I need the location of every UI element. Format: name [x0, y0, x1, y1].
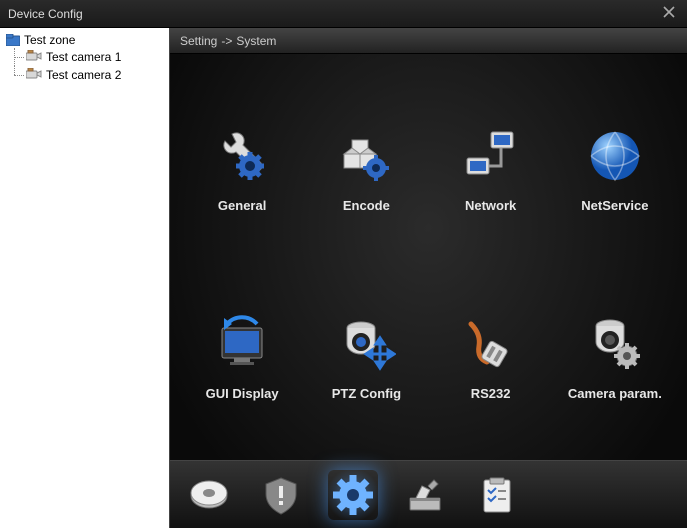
shield-alert-icon — [260, 474, 302, 516]
tree-item-camera[interactable]: Test camera 1 — [6, 48, 167, 66]
recording-tab[interactable] — [184, 470, 234, 520]
grid-item-general[interactable]: General — [187, 124, 297, 213]
tree-root-label: Test zone — [24, 33, 75, 47]
breadcrumb: Setting -> System — [170, 28, 687, 54]
tree-item-label: Test camera 1 — [46, 50, 121, 64]
camera-icon — [26, 68, 42, 82]
titlebar: Device Config — [0, 0, 687, 28]
grid-item-netservice[interactable]: NetService — [560, 124, 670, 213]
tree-line-icon — [6, 66, 26, 84]
grid-item-label: GUI Display — [187, 386, 297, 401]
close-icon — [662, 5, 676, 19]
blocks-gear-icon — [334, 124, 398, 188]
grid-item-label: NetService — [560, 198, 670, 213]
wrench-gear-icon — [210, 124, 274, 188]
tree-children: Test camera 1 Test camera 2 — [2, 48, 167, 84]
grid-item-label: Network — [436, 198, 546, 213]
network-icon — [459, 124, 523, 188]
grid-item-label: Encode — [311, 198, 421, 213]
device-config-window: Device Config Test zone Test camera 1 — [0, 0, 687, 528]
monitor-refresh-icon — [210, 312, 274, 376]
grid-item-label: RS232 — [436, 386, 546, 401]
settings-grid: General — [170, 54, 687, 460]
system-tab[interactable] — [328, 470, 378, 520]
tools-icon — [404, 474, 446, 516]
grid-item-label: Camera param. — [560, 386, 670, 401]
window-title: Device Config — [8, 7, 659, 21]
grid-item-gui-display[interactable]: GUI Display — [187, 312, 297, 401]
device-tree: Test zone Test camera 1 Test camera 2 — [0, 28, 170, 528]
camera-gear-icon — [583, 312, 647, 376]
grid-item-label: General — [187, 198, 297, 213]
main-panel: Setting -> System Gene — [170, 28, 687, 528]
globe-icon — [583, 124, 647, 188]
tools-tab[interactable] — [400, 470, 450, 520]
close-button[interactable] — [659, 5, 679, 23]
tree-item-label: Test camera 2 — [46, 68, 121, 82]
serial-plug-icon — [459, 312, 523, 376]
grid-item-encode[interactable]: Encode — [311, 124, 421, 213]
tree-line-icon — [6, 48, 26, 66]
camera-arrows-icon — [334, 312, 398, 376]
bottom-toolbar — [170, 460, 687, 528]
grid-item-network[interactable]: Network — [436, 124, 546, 213]
camera-icon — [26, 50, 42, 64]
gear-cog-icon — [330, 472, 376, 518]
window-body: Test zone Test camera 1 Test camera 2 — [0, 28, 687, 528]
grid-item-camera-param[interactable]: Camera param. — [560, 312, 670, 401]
info-tab[interactable] — [472, 470, 522, 520]
grid-item-ptz-config[interactable]: PTZ Config — [311, 312, 421, 401]
zone-icon — [6, 34, 20, 46]
breadcrumb-part[interactable]: Setting — [180, 34, 217, 48]
tree-root[interactable]: Test zone — [2, 32, 167, 48]
tree-item-camera[interactable]: Test camera 2 — [6, 66, 167, 84]
disk-icon — [188, 474, 230, 516]
grid-item-label: PTZ Config — [311, 386, 421, 401]
grid-item-rs232[interactable]: RS232 — [436, 312, 546, 401]
checklist-icon — [476, 474, 518, 516]
breadcrumb-part[interactable]: System — [236, 34, 276, 48]
alarm-tab[interactable] — [256, 470, 306, 520]
breadcrumb-separator: -> — [221, 34, 232, 48]
